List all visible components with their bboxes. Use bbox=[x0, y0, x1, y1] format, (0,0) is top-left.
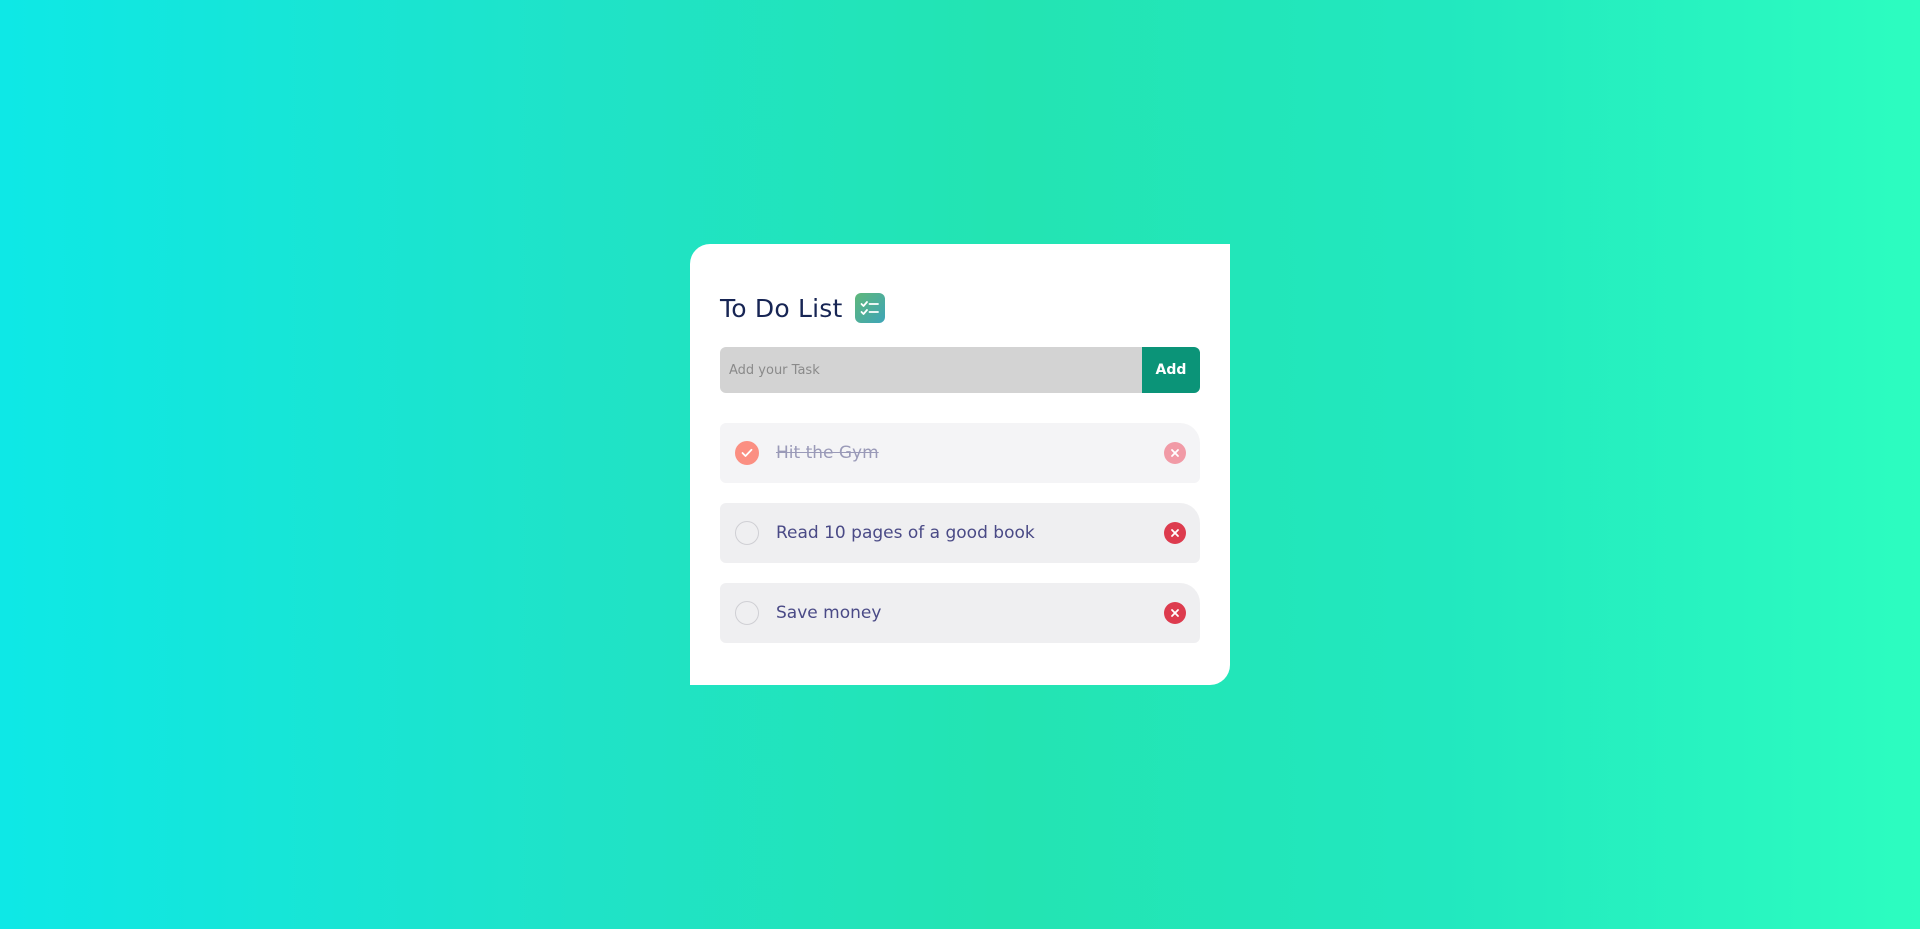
task-text: Hit the Gym bbox=[776, 443, 879, 463]
add-task-row: Add bbox=[720, 347, 1200, 393]
delete-icon[interactable] bbox=[1164, 602, 1186, 624]
task-item[interactable]: Read 10 pages of a good book bbox=[720, 503, 1200, 563]
task-text: Read 10 pages of a good book bbox=[776, 523, 1035, 543]
add-button[interactable]: Add bbox=[1142, 347, 1200, 393]
task-item[interactable]: Hit the Gym bbox=[720, 423, 1200, 483]
todo-card: To Do List Add Hit the Gym bbox=[690, 244, 1230, 685]
unchecked-circle-icon[interactable] bbox=[735, 521, 759, 545]
title-row: To Do List bbox=[720, 290, 1200, 326]
checked-icon[interactable] bbox=[735, 441, 759, 465]
task-item[interactable]: Save money bbox=[720, 583, 1200, 643]
task-text: Save money bbox=[776, 603, 882, 623]
task-input[interactable] bbox=[720, 347, 1142, 393]
task-list: Hit the Gym Read 10 pages of a good book… bbox=[720, 423, 1200, 643]
unchecked-circle-icon[interactable] bbox=[735, 601, 759, 625]
delete-icon[interactable] bbox=[1164, 522, 1186, 544]
app-title: To Do List bbox=[720, 293, 843, 323]
checklist-icon bbox=[855, 293, 886, 323]
delete-icon[interactable] bbox=[1164, 442, 1186, 464]
